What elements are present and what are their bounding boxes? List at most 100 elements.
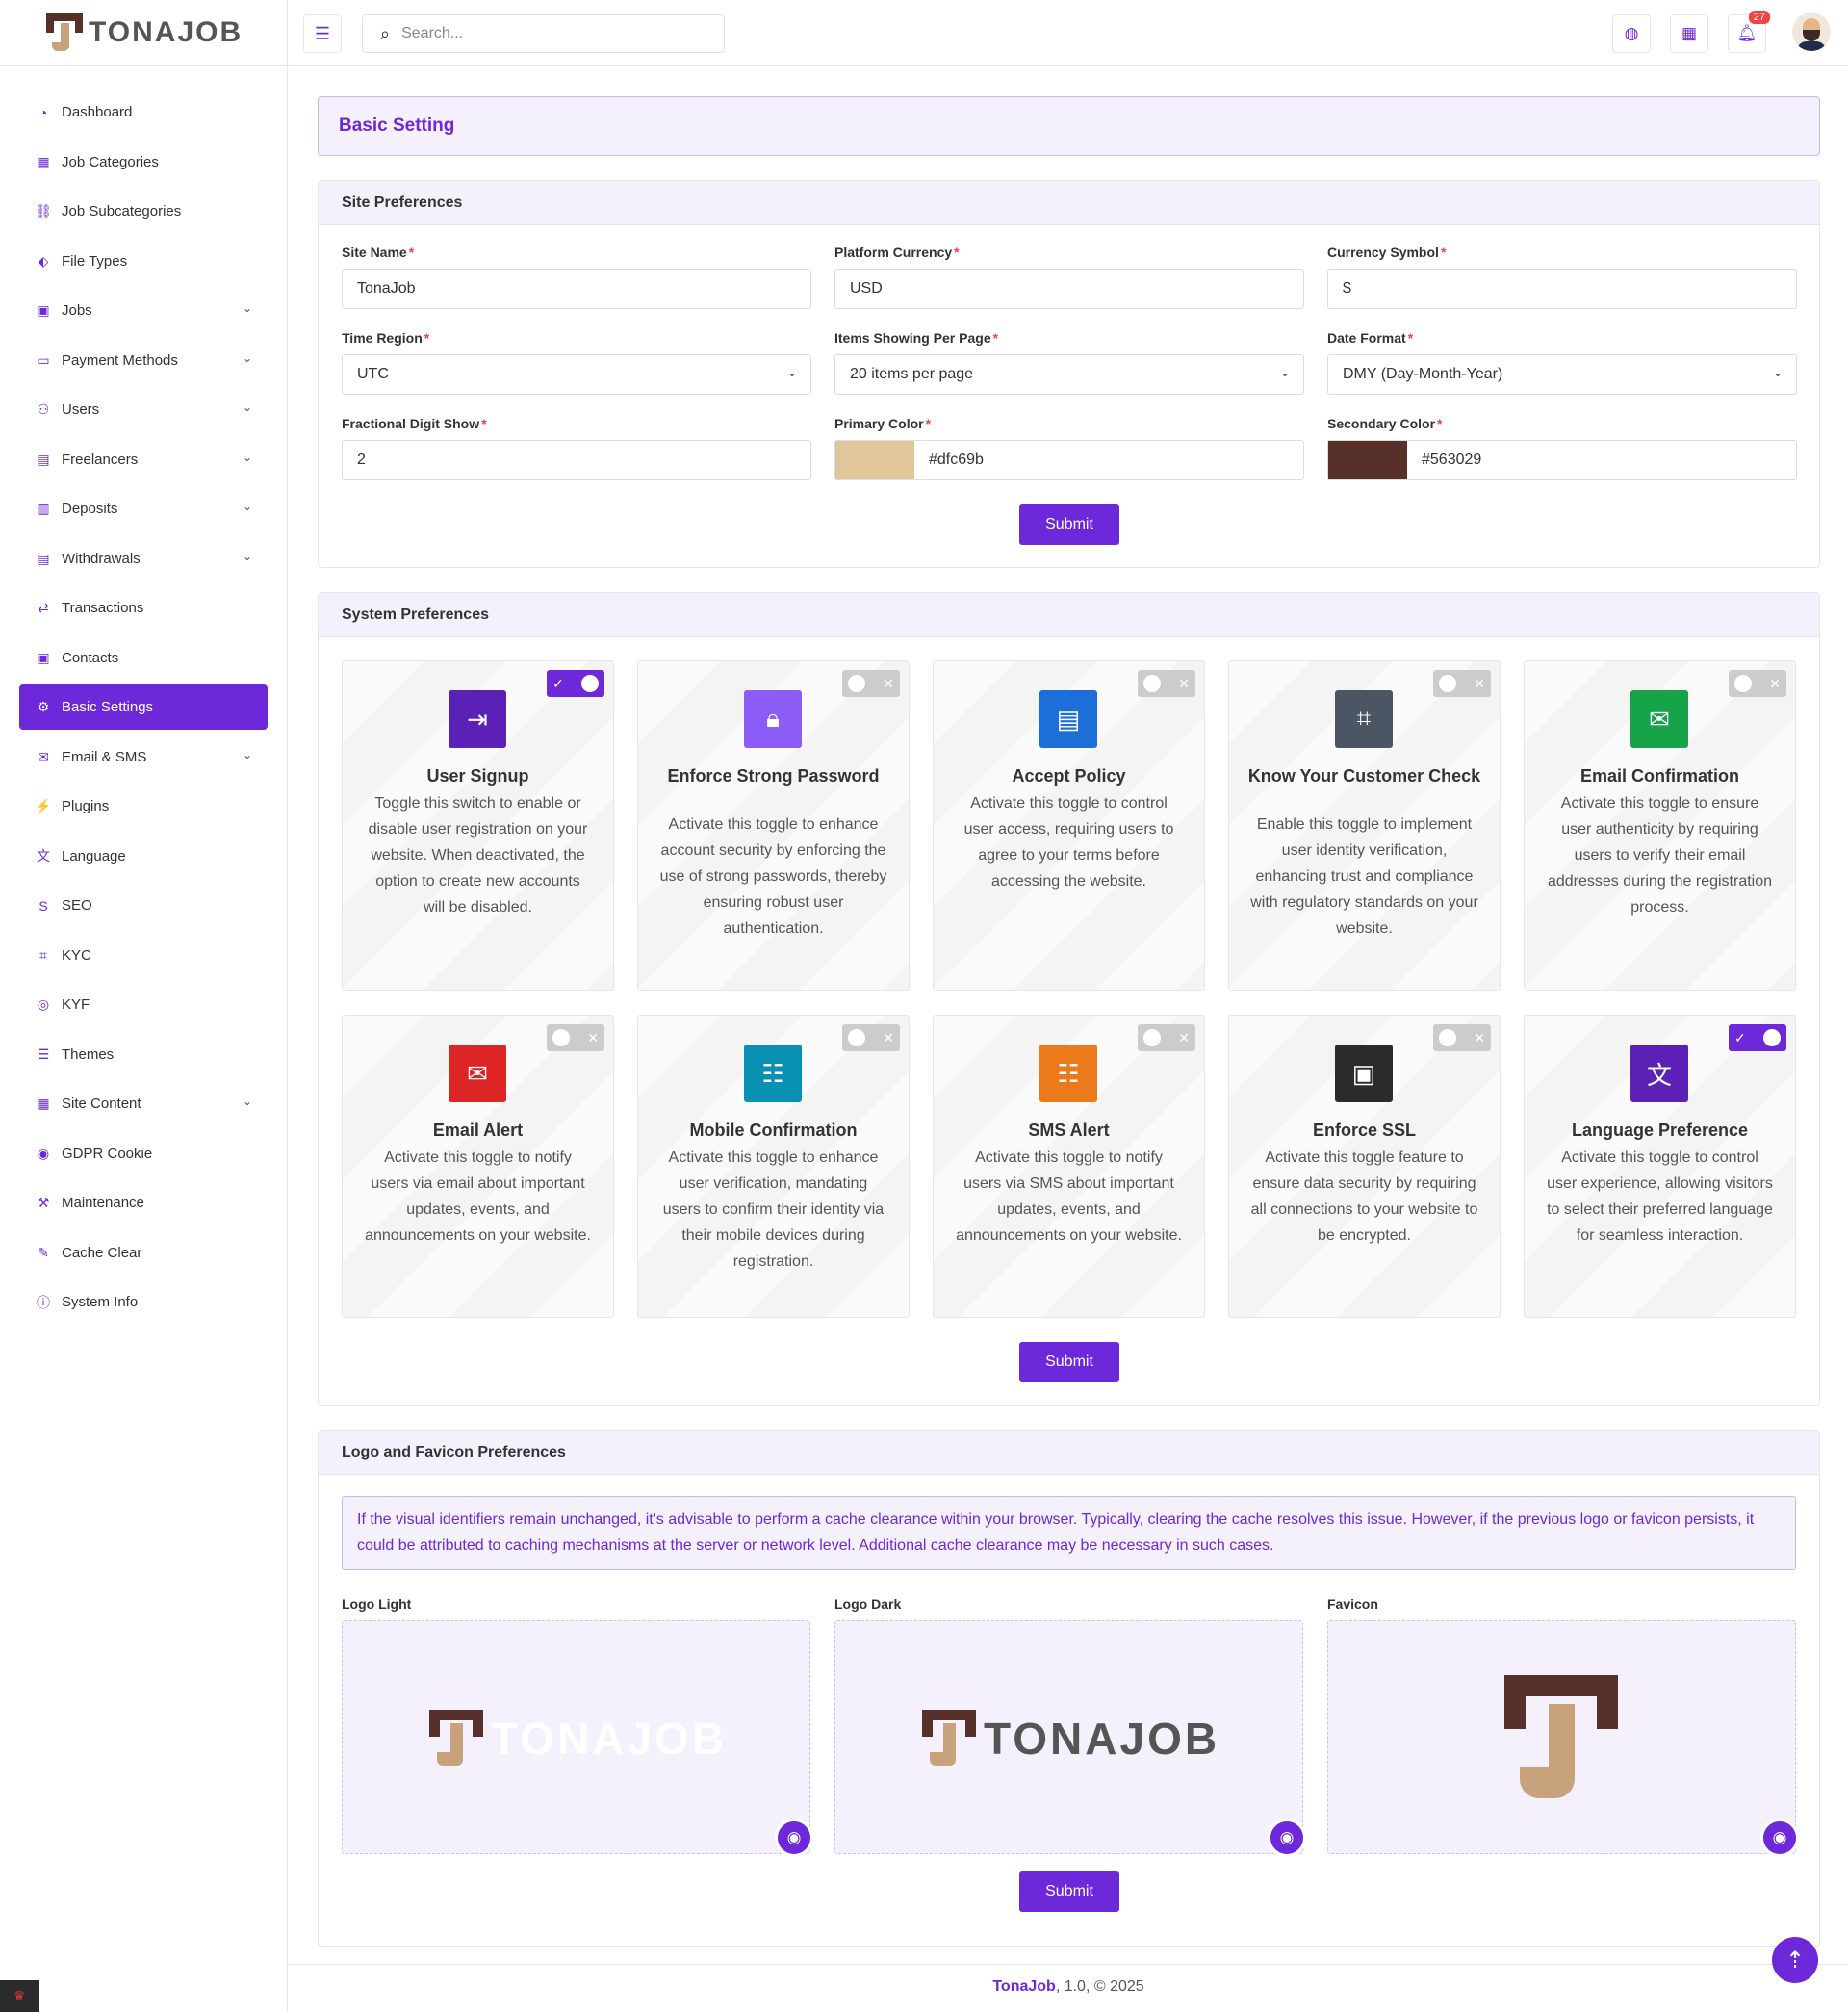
logo-light-label: Logo Light (342, 1596, 412, 1612)
sidebar-item-kyc[interactable]: ⌗ KYC (19, 933, 268, 978)
chevron-down-icon: ⌄ (786, 366, 797, 379)
scroll-top-button[interactable]: ⇡ (1772, 1937, 1818, 1983)
sidebar-item-transactions[interactable]: ⇄ Transactions (19, 585, 268, 631)
bell-icon: 🔔︎ (1736, 24, 1758, 42)
fractional-digit-field[interactable]: 2 (342, 440, 811, 480)
secondary-color-label: Secondary Color * (1327, 416, 1443, 431)
logo-favicon-card: Logo and Favicon Preferences If the visu… (318, 1430, 1820, 1947)
logo-mark-icon (46, 13, 83, 52)
menu-toggle-button[interactable]: ☰ (303, 14, 342, 53)
preference-card-sms-alert: ✕ ☷ SMS Alert Activate this toggle to notif… (933, 1015, 1205, 1318)
avatar[interactable] (1792, 13, 1831, 51)
sidebar-item-job-subcategories[interactable]: ⛓ Job Subcategories (19, 189, 268, 234)
close-icon: ✕ (587, 1029, 599, 1045)
date-format-select[interactable]: DMY (Day-Month-Year) ⌄ (1327, 354, 1797, 395)
logo-submit-button[interactable]: Submit (1019, 1871, 1119, 1912)
sidebar-item-file-types[interactable]: ⬖ File Types (19, 239, 268, 284)
sidebar-item-gdpr-cookie[interactable]: ◉ GDPR Cookie (19, 1131, 268, 1176)
sidebar-item-jobs[interactable]: ▣ Jobs ⌄ (19, 288, 268, 333)
sidebar-item-label: Jobs (62, 302, 92, 319)
sidebar-item-label: Job Subcategories (62, 203, 182, 219)
items-per-page-select[interactable]: 20 items per page ⌄ (834, 354, 1304, 395)
platform-currency-field[interactable]: USD (834, 269, 1304, 309)
primary-color-field[interactable]: #dfc69b (834, 440, 1304, 480)
preference-toggle[interactable]: ✓ (1729, 1024, 1786, 1051)
sidebar-item-deposits[interactable]: ▥ Deposits ⌄ (19, 486, 268, 531)
brand-logo[interactable]: TONAJOB (0, 0, 287, 66)
sidebar-item-dashboard[interactable]: ◔ Dashboard (19, 90, 268, 135)
preference-toggle[interactable]: ✕ (1433, 1024, 1491, 1051)
currency-symbol-label: Currency Symbol * (1327, 245, 1447, 260)
sidebar-item-contacts[interactable]: ▣ Contacts (19, 635, 268, 681)
sidebar-item-seo[interactable]: S SEO (19, 883, 268, 928)
site-name-field[interactable]: TonaJob (342, 269, 811, 309)
chevron-down-icon: ⌄ (242, 747, 252, 761)
logo-light-upload[interactable]: TONAJOB ◉ (342, 1620, 813, 1857)
notification-button[interactable]: 🔔︎ 27 (1728, 11, 1770, 53)
chevron-down-icon: ⌄ (242, 549, 252, 563)
sidebar-item-cache-clear[interactable]: ✎ Cache Clear (19, 1230, 268, 1276)
content-icon: ▦ (37, 1096, 50, 1111)
sidebar-item-basic-settings[interactable]: ⚙ Basic Settings (19, 684, 268, 730)
logo-dark-upload[interactable]: TONAJOB ◉ (834, 1620, 1306, 1857)
sidebar-item-payment-methods[interactable]: ▭ Payment Methods ⌄ (19, 338, 268, 383)
primary-color-swatch[interactable] (835, 441, 914, 479)
preference-toggle[interactable]: ✓ (547, 670, 604, 697)
sidebar-item-site-content[interactable]: ▦ Site Content ⌄ (19, 1081, 268, 1126)
sidebar-item-kyf[interactable]: ◎ KYF (19, 982, 268, 1027)
site-preferences-card: Site Preferences Site Name * TonaJob Plat… (318, 180, 1820, 568)
sidebar-item-plugins[interactable]: ⚡ Plugins (19, 784, 268, 829)
preference-toggle[interactable]: ✕ (1138, 670, 1195, 697)
favicon-upload[interactable]: ◉ (1327, 1620, 1799, 1857)
preference-description: Enable this toggle to implement user ide… (1250, 816, 1478, 937)
preference-card-email-alert: ✕ ✉ Email Alert Activate this toggle to not… (342, 1015, 614, 1318)
preference-toggle[interactable]: ✕ (842, 1024, 900, 1051)
sidebar-item-label: Dashboard (62, 104, 133, 120)
search-input[interactable]: ⌕ Search... (362, 14, 725, 53)
sidebar-item-language[interactable]: 文 Language (19, 834, 268, 879)
logo-mark-icon (429, 1710, 483, 1767)
site-preferences-submit-button[interactable]: Submit (1019, 504, 1119, 545)
preference-toggle[interactable]: ✕ (547, 1024, 604, 1051)
preference-card-enforce-ssl: ✕ ▣ Enforce SSL Activate this toggle featur… (1228, 1015, 1501, 1318)
currency-symbol-field[interactable]: $ (1327, 269, 1797, 309)
preference-toggle[interactable]: ✕ (842, 670, 900, 697)
sidebar-item-label: Deposits (62, 501, 118, 517)
preference-description: Toggle this switch to enable or disable … (368, 795, 588, 916)
sidebar-item-withdrawals[interactable]: ▤ Withdrawals ⌄ (19, 536, 268, 581)
preference-toggle[interactable]: ✕ (1138, 1024, 1195, 1051)
camera-icon[interactable]: ◉ (775, 1819, 813, 1857)
sidebar-item-job-categories[interactable]: ▦ Job Categories (19, 140, 268, 185)
preference-description: Activate this toggle to enhance account … (659, 816, 887, 937)
time-region-select[interactable]: UTC ⌄ (342, 354, 811, 395)
preference-card-accept-policy: ✕ ▤ Accept Policy Activate this toggle to c… (933, 660, 1205, 991)
footer-brand-link[interactable]: TonaJob (992, 1978, 1055, 1995)
footer-text: , 1.0, © 2025 (1055, 1978, 1144, 1995)
system-preferences-card: System Preferences ✓ ⇥ User Signup Toggle t… (318, 592, 1820, 1406)
debug-bar-icon[interactable]: ♛ (0, 1980, 38, 2012)
close-icon: ✕ (1769, 675, 1781, 691)
preference-toggle[interactable]: ✕ (1729, 670, 1786, 697)
logo-favicon-title: Logo and Favicon Preferences (319, 1431, 1819, 1475)
secondary-color-field[interactable]: #563029 (1327, 440, 1797, 480)
apps-button[interactable]: ▦ (1670, 14, 1708, 53)
sidebar-item-label: System Info (62, 1294, 139, 1310)
sidebar-item-themes[interactable]: ☰ Themes (19, 1032, 268, 1077)
face-scan-icon: ⌗ (1335, 690, 1393, 748)
sidebar-item-email-sms[interactable]: ✉ Email & SMS ⌄ (19, 735, 268, 780)
notification-count-badge: 27 (1748, 11, 1770, 24)
sidebar-item-system-info[interactable]: ⓘ System Info (19, 1279, 268, 1325)
sidebar-item-maintenance[interactable]: ⚒ Maintenance (19, 1180, 268, 1225)
system-preferences-submit-button[interactable]: Submit (1019, 1342, 1119, 1382)
themes-icon: ☰ (37, 1045, 50, 1062)
camera-icon[interactable]: ◉ (1268, 1819, 1306, 1857)
secondary-color-swatch[interactable] (1328, 441, 1407, 479)
favicon-preview-icon (1504, 1675, 1618, 1798)
users-icon: ⚇ (37, 401, 50, 417)
preference-toggle[interactable]: ✕ (1433, 670, 1491, 697)
language-button[interactable]: ◍ (1612, 14, 1651, 53)
sidebar-item-freelancers[interactable]: ▤ Freelancers ⌄ (19, 437, 268, 482)
camera-icon[interactable]: ◉ (1760, 1819, 1799, 1857)
system-preferences-title: System Preferences (319, 593, 1819, 637)
sidebar-item-users[interactable]: ⚇ Users ⌄ (19, 387, 268, 432)
